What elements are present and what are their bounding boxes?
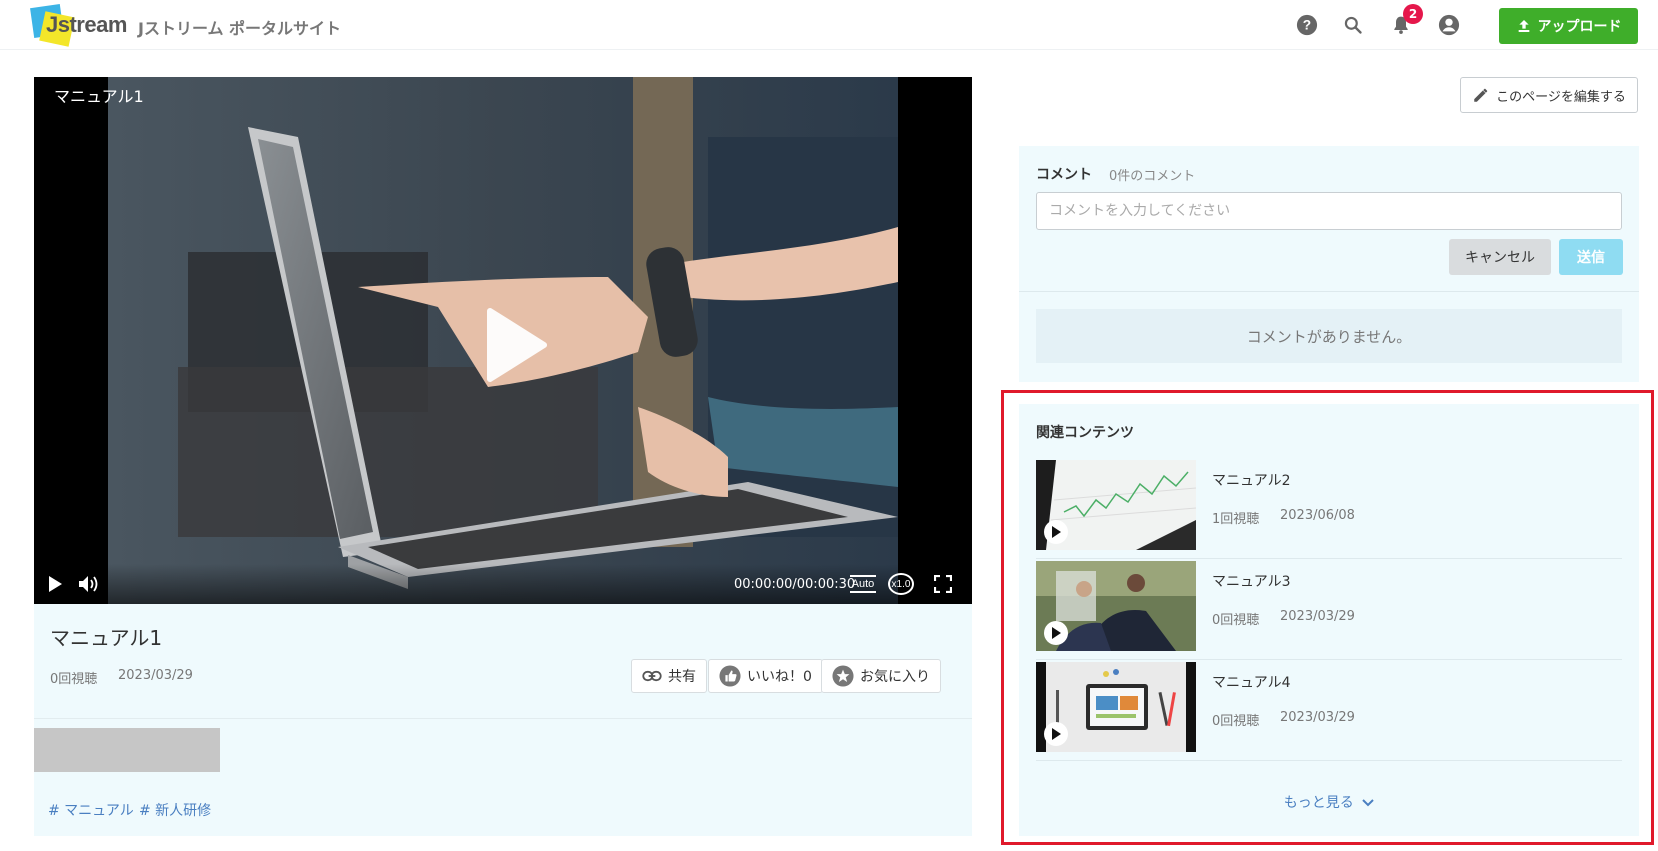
top-header: Jstream Jストリーム ポータルサイト ? 2 アップロード — [0, 0, 1658, 50]
speed-button[interactable]: x1.0 — [888, 573, 914, 595]
cancel-button[interactable]: キャンセル — [1449, 239, 1551, 275]
divider — [1036, 558, 1622, 559]
quality-button[interactable]: Auto — [850, 575, 876, 593]
placeholder-image — [34, 728, 220, 772]
video-title: マニュアル1 — [50, 626, 163, 650]
show-more-link[interactable]: もっと見る — [1019, 792, 1639, 812]
edit-page-label: このページを編集する — [1496, 89, 1626, 105]
related-date: 2023/03/29 — [1280, 609, 1355, 624]
edit-page-button[interactable]: このページを編集する — [1460, 77, 1638, 113]
related-views: 1回視聴 — [1212, 512, 1260, 527]
video-player[interactable]: マニュアル1 00:00:00/00:00:30 Auto x1.0 — [34, 77, 972, 604]
account-icon[interactable] — [1437, 13, 1461, 37]
comment-section: コメント 0件のコメント キャンセル 送信 コメントがありません。 — [1019, 146, 1639, 382]
comment-heading: コメント — [1036, 167, 1092, 183]
big-play-icon[interactable] — [472, 305, 552, 385]
comment-count: 0件のコメント — [1109, 169, 1196, 184]
play-icon[interactable] — [44, 572, 66, 596]
divider — [34, 718, 972, 719]
related-thumbnail — [1036, 561, 1196, 651]
related-title: マニュアル3 — [1212, 574, 1291, 590]
share-label: 共有 — [668, 669, 696, 685]
tag-link[interactable]: # マニュアル — [48, 800, 134, 820]
related-date: 2023/06/08 — [1280, 508, 1355, 523]
related-title: マニュアル4 — [1212, 675, 1291, 691]
notification-badge: 2 — [1403, 4, 1423, 24]
divider — [1019, 291, 1639, 292]
pencil-icon — [1474, 88, 1488, 102]
play-icon — [1044, 722, 1068, 746]
upload-icon — [1518, 20, 1529, 32]
divider — [1036, 760, 1622, 761]
jstream-logo[interactable]: Jstream — [30, 4, 132, 47]
upload-label: アップロード — [1537, 19, 1622, 35]
chevron-down-icon — [1362, 799, 1374, 807]
view-count: 0回視聴 — [50, 672, 98, 687]
related-date: 2023/03/29 — [1280, 710, 1355, 725]
video-info-panel: マニュアル1 0回視聴 2023/03/29 共有 いいね！0 お気に入り # … — [34, 604, 972, 836]
like-label: いいね！0 — [747, 669, 812, 685]
related-thumbnail — [1036, 662, 1196, 752]
thumbs-up-icon — [719, 665, 741, 687]
related-views: 0回視聴 — [1212, 613, 1260, 628]
send-button[interactable]: 送信 — [1559, 239, 1623, 275]
link-icon — [642, 670, 662, 682]
volume-icon[interactable] — [76, 572, 102, 596]
related-thumbnail — [1036, 460, 1196, 550]
player-controls: 00:00:00/00:00:30 Auto x1.0 — [34, 564, 972, 604]
favorite-button[interactable]: お気に入り — [821, 659, 941, 693]
favorite-label: お気に入り — [860, 669, 930, 685]
share-button[interactable]: 共有 — [631, 659, 707, 693]
related-item[interactable]: マニュアル3 0回視聴 2023/03/29 — [1036, 561, 1622, 661]
time-display: 00:00:00/00:00:30 — [734, 577, 856, 592]
related-item[interactable]: マニュアル2 1回視聴 2023/06/08 — [1036, 460, 1622, 560]
tag-link[interactable]: # 新人研修 — [139, 800, 211, 820]
like-button[interactable]: いいね！0 — [708, 659, 823, 693]
play-icon — [1044, 520, 1068, 544]
related-views: 0回視聴 — [1212, 714, 1260, 729]
related-heading: 関連コンテンツ — [1036, 425, 1134, 441]
svg-text:?: ? — [1303, 18, 1311, 33]
show-more-label: もっと見る — [1283, 795, 1354, 811]
help-icon[interactable]: ? — [1295, 13, 1319, 37]
play-icon — [1044, 621, 1068, 645]
upload-button[interactable]: アップロード — [1499, 8, 1638, 44]
site-title: Jストリーム ポータルサイト — [138, 19, 342, 38]
star-icon — [832, 665, 854, 687]
search-icon[interactable] — [1341, 13, 1365, 37]
related-title: マニュアル2 — [1212, 473, 1291, 489]
related-item[interactable]: マニュアル4 0回視聴 2023/03/29 — [1036, 662, 1622, 762]
no-comments-message: コメントがありません。 — [1036, 309, 1622, 363]
related-content-section: 関連コンテンツ マニュアル2 1回視聴 2023/06/08 マニュアル3 0回… — [1019, 404, 1639, 836]
comment-input[interactable] — [1036, 192, 1622, 230]
publish-date: 2023/03/29 — [118, 668, 193, 683]
divider — [1036, 659, 1622, 660]
logo-text: Jstream — [46, 12, 127, 37]
player-title: マニュアル1 — [54, 87, 144, 106]
fullscreen-icon[interactable] — [932, 572, 954, 596]
